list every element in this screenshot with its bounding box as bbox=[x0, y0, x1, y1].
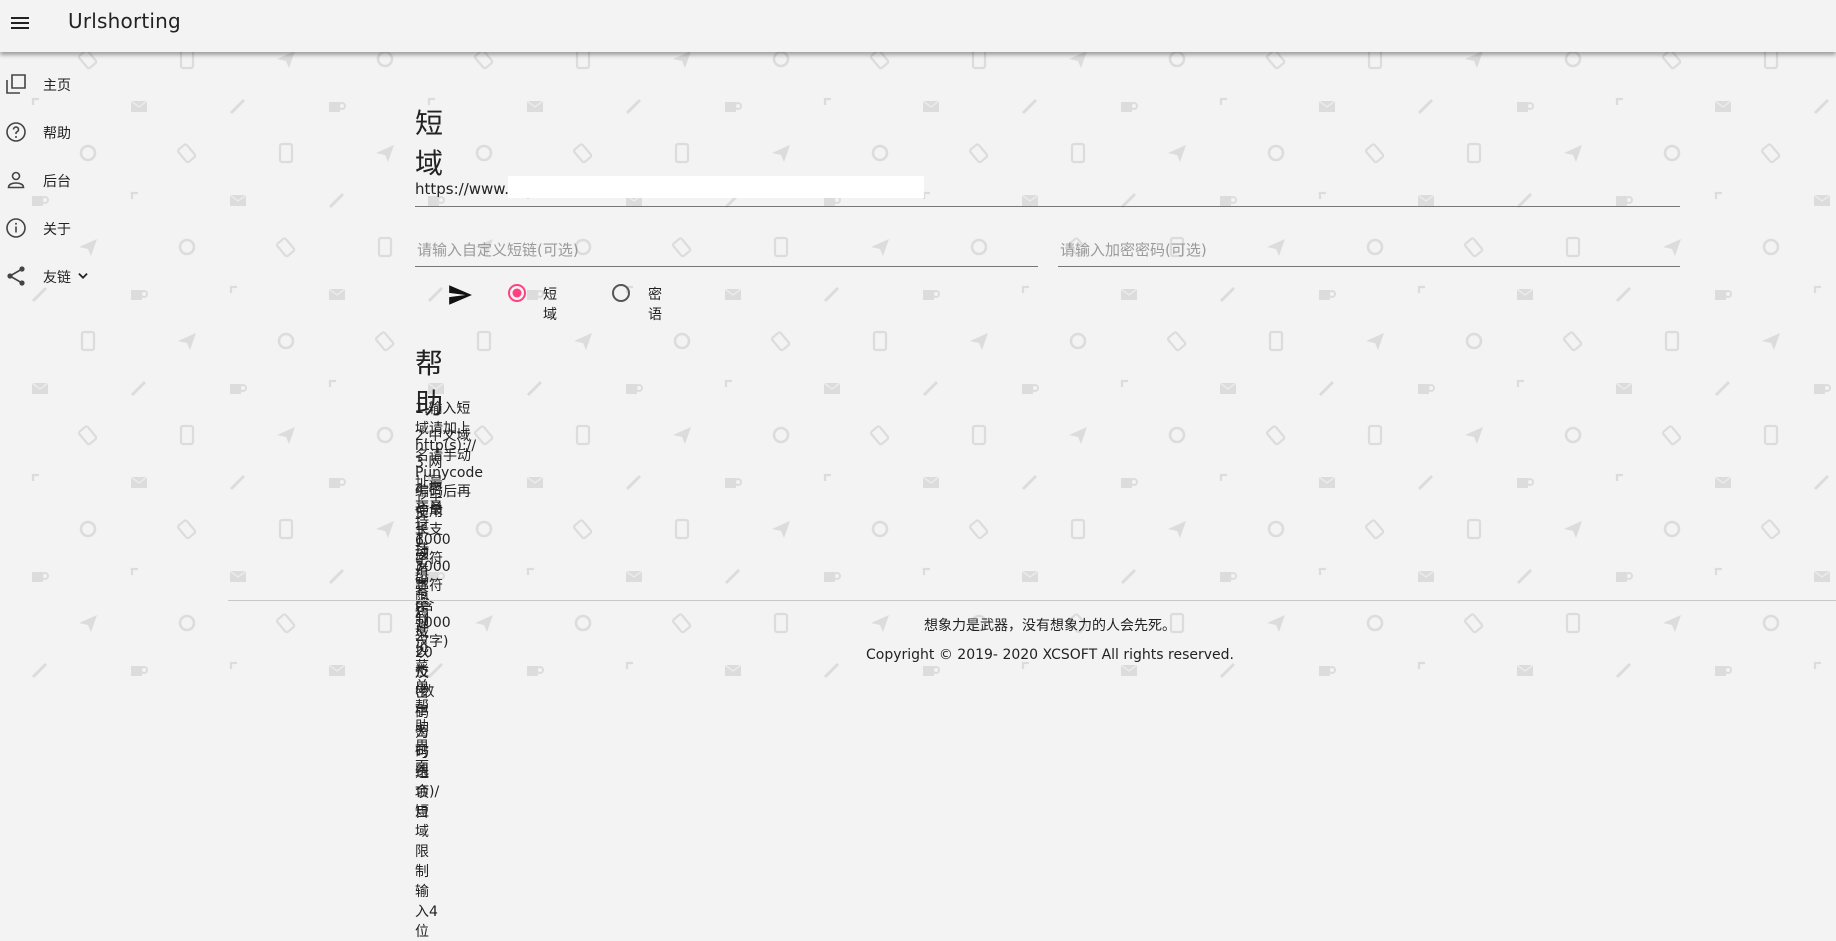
footer-copyright: Copyright © 2019- 2020 XCSOFT All rights… bbox=[866, 647, 1234, 663]
url-input[interactable] bbox=[508, 176, 924, 198]
sidebar-item-label: 主页 bbox=[43, 78, 71, 94]
footer-quote: 想象力是武器，没有想象力的人会先死。 bbox=[924, 618, 1176, 634]
password-underline bbox=[1058, 266, 1680, 267]
shorten-heading: 短域 bbox=[415, 107, 444, 180]
chevron-down-icon bbox=[78, 273, 88, 279]
send-icon bbox=[449, 285, 472, 305]
footer-divider bbox=[228, 600, 1836, 601]
submit-button[interactable] bbox=[447, 282, 473, 308]
info-icon bbox=[6, 218, 26, 238]
mode-radio-secret[interactable] bbox=[611, 283, 631, 303]
pages-icon bbox=[6, 74, 26, 94]
menu-button[interactable] bbox=[8, 11, 32, 35]
sidebar-item-links[interactable]: 友链 bbox=[0, 264, 180, 304]
radio-unchecked-icon bbox=[612, 284, 630, 302]
sidebar-item-label: 帮助 bbox=[43, 126, 71, 142]
app-bar: Urlshorting bbox=[0, 0, 1836, 52]
custom-short-link-input[interactable] bbox=[415, 238, 1039, 262]
background-pattern bbox=[31, 3, 1831, 679]
mode-label-short[interactable]: 短域 bbox=[543, 284, 557, 324]
sidebar-item-admin[interactable]: 后台 bbox=[0, 168, 180, 208]
person-icon bbox=[7, 171, 25, 189]
password-input[interactable] bbox=[1058, 238, 1682, 262]
app-title: Urlshorting bbox=[68, 9, 181, 33]
sidebar-item-about[interactable]: 关于 bbox=[0, 216, 180, 256]
mode-label-secret[interactable]: 密语 bbox=[648, 284, 662, 324]
sidebar-item-label: 关于 bbox=[43, 222, 71, 238]
sidebar-item-help[interactable]: 帮助 bbox=[0, 120, 180, 160]
mode-radio-short[interactable] bbox=[507, 283, 527, 303]
radio-checked-icon bbox=[508, 284, 526, 302]
share-icon bbox=[7, 266, 25, 286]
sidebar-item-home[interactable]: 主页 bbox=[0, 72, 180, 112]
sidebar-item-label: 后台 bbox=[43, 174, 71, 190]
help-line: 7.其余详见菜单-帮助界面 bbox=[415, 560, 435, 775]
custom-link-underline bbox=[415, 266, 1038, 267]
url-underline bbox=[415, 206, 1680, 207]
help-circle-icon bbox=[6, 122, 26, 142]
url-prefix: https://www. bbox=[415, 180, 509, 198]
menu-icon bbox=[11, 17, 29, 29]
sidebar-item-label: 友链 bbox=[43, 270, 71, 286]
